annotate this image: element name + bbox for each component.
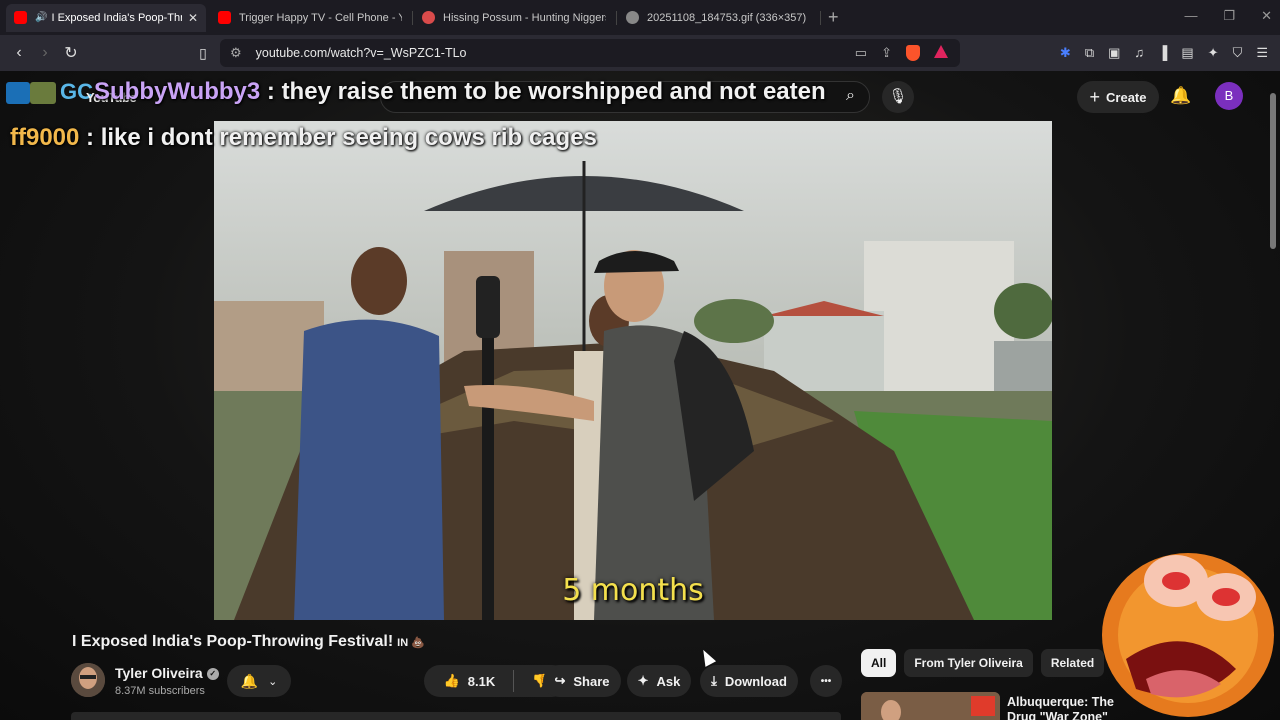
download-icon: ⤓ [711, 673, 717, 688]
video-caption: 5 months [562, 573, 704, 608]
voice-search-icon[interactable]: 🎙 [882, 81, 914, 113]
back-icon[interactable]: ‹ [6, 44, 32, 62]
create-button[interactable]: + Create [1077, 81, 1159, 113]
music-icon[interactable]: ♫ [1134, 45, 1144, 61]
chip-related[interactable]: Related [1040, 649, 1105, 677]
browser-tab[interactable]: 20251108_184753.gif (336×357) [618, 4, 821, 32]
brave-shields-icon[interactable] [906, 45, 920, 61]
chip-from-channel[interactable]: From Tyler Oliveira [904, 649, 1033, 677]
address-bar[interactable]: ⚙ youtube.com/watch?v=_WsPZC1-TLo ▭ ⇪ [220, 39, 960, 67]
share-button[interactable]: ↪ Share [543, 665, 621, 697]
video-title: I Exposed India's Poop-Throwing Festival… [72, 633, 425, 650]
puzzle-icon[interactable]: ⧉ [1085, 45, 1094, 61]
channel-avatar[interactable] [71, 663, 105, 697]
close-tab-icon[interactable]: ✕ [188, 11, 198, 25]
browser-tab[interactable]: Hissing Possum - Hunting Niggers in [414, 4, 617, 32]
share-arrow-icon: ↪ [554, 673, 566, 688]
speaker-icon[interactable]: 🔊 [35, 12, 47, 23]
site-settings-icon[interactable]: ⚙ [230, 45, 242, 61]
youtube-page: GC YouTube ⌕ 🎙 + Create 🔔 B SubbyWubby3 … [0, 71, 1280, 720]
recommended-video-thumbnail[interactable] [861, 692, 1000, 720]
vpn-icon[interactable]: ⛉ [1233, 45, 1243, 61]
download-button[interactable]: ⤓ Download [700, 665, 798, 697]
chat-username: SubbyWubby3 [94, 78, 261, 105]
browser-tab[interactable]: 🔊 I Exposed India's Poop-Throw ✕ [6, 3, 206, 32]
youtube-header: GC YouTube ⌕ 🎙 + Create 🔔 B SubbyWubby3 … [0, 71, 1280, 121]
subscriber-count: 8.37M subscribers [115, 685, 205, 697]
verified-check-icon: ✓ [206, 668, 219, 681]
chat-username: ff9000 [10, 124, 80, 151]
description-box[interactable] [71, 712, 841, 720]
youtube-favicon-icon [218, 11, 231, 24]
account-avatar[interactable]: B [1215, 82, 1243, 110]
thumbs-up-icon: 👍 [443, 673, 460, 688]
share-icon[interactable]: ⇪ [881, 45, 892, 61]
screenshot-icon[interactable]: ▣ [1108, 45, 1120, 61]
menu-icon[interactable]: ☰ [1256, 45, 1268, 61]
leo-ai-icon[interactable]: ✦ [1208, 45, 1219, 61]
stream-overlay-logo [6, 82, 30, 104]
related-filter-chips: All From Tyler Oliveira Related [861, 649, 1105, 677]
browser-tab[interactable]: Trigger Happy TV - Cell Phone - YouT [210, 4, 413, 32]
tab-title: I Exposed India's Poop-Throw [51, 11, 181, 24]
crying-emote-icon [1102, 553, 1274, 717]
video-frame [214, 121, 1052, 620]
notifications-bell-icon[interactable]: 🔔 [1170, 86, 1191, 106]
title-badge: IN 💩 [397, 637, 425, 649]
mouse-cursor-icon [697, 647, 717, 667]
chat-overlay-message: SubbyWubby3 : they raise them to be wors… [94, 78, 826, 106]
maximize-icon[interactable]: ❐ [1223, 8, 1235, 24]
reload-icon[interactable]: ↻ [58, 43, 84, 63]
stream-overlay-logo [30, 82, 56, 104]
browser-tab-bar: 🔊 I Exposed India's Poop-Throw ✕ Trigger… [0, 0, 1280, 35]
forward-icon[interactable]: › [32, 44, 58, 62]
url-text: youtube.com/watch?v=_WsPZC1-TLo [255, 46, 467, 60]
tab-title: Trigger Happy TV - Cell Phone - YouT [239, 11, 402, 24]
bell-icon: 🔔 [240, 672, 259, 689]
cast-icon[interactable]: ▭ [855, 45, 867, 61]
site-favicon-icon [422, 11, 435, 24]
sparkle-icon: ✦ [637, 673, 649, 688]
browser-toolbar: ‹ › ↻ ▯ ⚙ youtube.com/watch?v=_WsPZC1-TL… [0, 35, 1280, 71]
sidebar-icon[interactable]: ▐ [1158, 45, 1167, 61]
wallet-icon[interactable]: ▤ [1181, 45, 1193, 61]
new-tab-button[interactable]: + [828, 7, 839, 28]
chip-all[interactable]: All [861, 649, 897, 677]
chat-text: : like i dont remember seeing cows rib c… [79, 124, 597, 151]
chat-text: : they raise them to be worshipped and n… [260, 78, 826, 105]
extension-icon[interactable]: ✱ [1060, 45, 1071, 61]
search-icon[interactable]: ⌕ [846, 87, 855, 105]
video-player[interactable]: 5 months [214, 121, 1052, 620]
channel-name[interactable]: Tyler Oliveira ✓ [115, 665, 219, 681]
tab-title: Hissing Possum - Hunting Niggers in [443, 11, 606, 24]
tab-title: 20251108_184753.gif (336×357) [647, 11, 807, 24]
chat-overlay-message: ff9000 : like i dont remember seeing cow… [10, 124, 597, 152]
brave-rewards-icon[interactable] [934, 45, 948, 58]
like-button[interactable]: 👍 8.1K [444, 673, 496, 689]
ask-button[interactable]: ✦ Ask [627, 665, 691, 697]
close-window-icon[interactable]: ✕ [1261, 8, 1272, 24]
bookmark-icon[interactable]: ▯ [190, 45, 216, 62]
chevron-down-icon: ⌄ [268, 675, 278, 688]
globe-icon [626, 11, 639, 24]
subscription-bell-button[interactable]: 🔔 ⌄ [227, 665, 291, 697]
youtube-favicon-icon [14, 11, 27, 24]
minimize-icon[interactable]: — [1184, 8, 1197, 24]
more-actions-button[interactable]: ••• [810, 665, 842, 697]
plus-icon: + [1089, 86, 1101, 107]
